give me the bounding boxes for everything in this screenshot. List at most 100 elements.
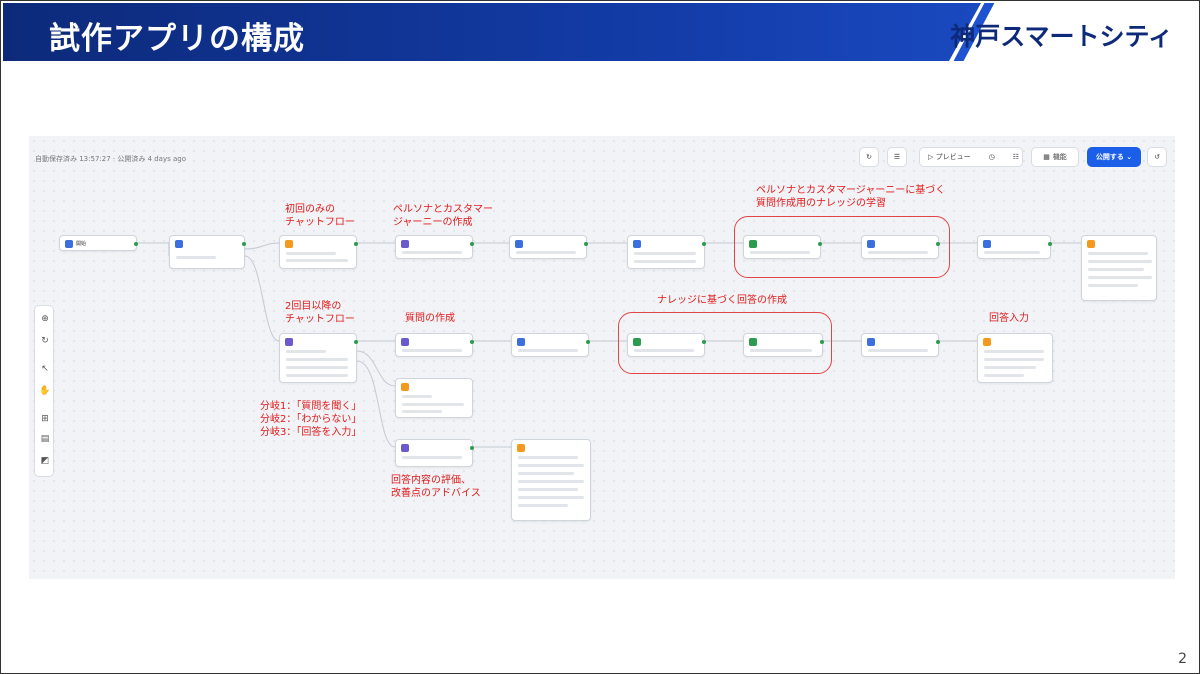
node-content — [518, 456, 578, 459]
node-icon — [285, 338, 293, 346]
annotation-answer-input: 回答入力 — [989, 313, 1029, 324]
answer-assign-node[interactable] — [861, 333, 940, 357]
node-icon — [633, 338, 641, 346]
knowledge-llm-node[interactable] — [861, 235, 940, 259]
node-port[interactable] — [936, 242, 940, 246]
node-port[interactable] — [354, 242, 358, 246]
node-icon — [867, 338, 875, 346]
node-icon — [285, 240, 293, 248]
node-icon — [1087, 240, 1095, 248]
node-icon — [633, 240, 641, 248]
node-icon — [749, 338, 757, 346]
node-content — [518, 496, 584, 499]
node-content — [402, 410, 442, 413]
variable-node[interactable] — [627, 235, 706, 269]
node-port[interactable] — [820, 340, 824, 344]
node-icon — [401, 444, 409, 452]
node-port[interactable] — [470, 340, 474, 344]
node-content — [402, 349, 462, 352]
annotation-evaluation: 回答内容の評価、 改善点のアドバイス — [391, 475, 481, 499]
start-node[interactable]: 開始 — [59, 235, 138, 251]
node-port[interactable] — [702, 340, 706, 344]
node-content — [750, 251, 810, 254]
knowledge-node[interactable] — [743, 235, 822, 259]
node-content — [984, 251, 1040, 254]
knowledge-retrieval-node[interactable] — [627, 333, 706, 357]
question-assign-node[interactable] — [511, 333, 590, 357]
answer-input-node[interactable] — [977, 333, 1053, 383]
node-content — [286, 358, 348, 361]
answer-generate-node[interactable] — [743, 333, 824, 357]
node-content — [984, 358, 1044, 361]
annotation-first-flow: 初回のみの チャットフロー — [285, 204, 355, 228]
node-content — [518, 480, 584, 483]
node-port[interactable] — [470, 446, 474, 450]
node-content — [1088, 284, 1138, 287]
node-port[interactable] — [134, 242, 138, 246]
node-content — [286, 366, 348, 369]
persona-node[interactable] — [395, 235, 474, 259]
node-icon — [401, 383, 409, 391]
node-content — [176, 256, 216, 259]
persona-save-node[interactable] — [509, 235, 588, 259]
node-content — [286, 259, 348, 262]
node-port[interactable] — [586, 340, 590, 344]
node-icon — [401, 338, 409, 346]
node-content — [1088, 276, 1152, 279]
node-content — [634, 252, 696, 255]
node-content — [518, 464, 584, 467]
node-content — [868, 251, 928, 254]
evaluation-node[interactable] — [395, 439, 474, 467]
node-content — [516, 251, 576, 254]
node-port[interactable] — [470, 242, 474, 246]
node-content — [518, 472, 574, 475]
node-content — [984, 366, 1036, 369]
node-label: 開始 — [76, 241, 87, 247]
node-content — [518, 504, 568, 507]
node-content — [402, 403, 464, 406]
node-content — [984, 350, 1044, 353]
node-content — [402, 395, 432, 398]
annotation-persona-create: ペルソナとカスタマー ジャーニーの作成 — [393, 204, 493, 228]
second-flow-classifier-node[interactable] — [279, 333, 358, 383]
node-port[interactable] — [1048, 242, 1052, 246]
node-content — [518, 488, 578, 491]
node-content — [1088, 260, 1152, 263]
page-number: 2 — [1178, 651, 1187, 667]
node-content — [634, 260, 696, 263]
first-flow-node[interactable] — [279, 235, 358, 269]
node-content — [286, 350, 326, 353]
node-port[interactable] — [936, 340, 940, 344]
node-content — [402, 251, 462, 254]
node-port[interactable] — [242, 242, 246, 246]
node-icon — [983, 240, 991, 248]
node-port[interactable] — [584, 242, 588, 246]
node-content — [984, 374, 1024, 377]
node-port[interactable] — [818, 242, 822, 246]
node-port[interactable] — [702, 242, 706, 246]
node-icon — [401, 240, 409, 248]
node-content — [1088, 268, 1144, 271]
slide: 試作アプリの構成 神戸スマートシティ 自動保存済み 13:57:27 · 公開済… — [0, 0, 1200, 674]
answer-node-1[interactable] — [1081, 235, 1157, 301]
node-icon — [749, 240, 757, 248]
annotation-second-flow: 2回目以降の チャットフロー — [285, 301, 355, 325]
assign-node[interactable] — [977, 235, 1052, 259]
node-content — [286, 252, 336, 255]
node-content — [750, 349, 812, 352]
node-icon — [517, 444, 525, 452]
node-icon — [517, 338, 525, 346]
node-icon — [65, 240, 73, 248]
node-content — [634, 349, 694, 352]
condition-node[interactable] — [169, 235, 246, 269]
annotation-branches: 分岐1：「質問を聞く」 分岐2：「わからない」 分岐3：「回答を入力」 — [260, 401, 362, 438]
evaluation-answer-node[interactable] — [511, 439, 591, 521]
node-port[interactable] — [354, 340, 358, 344]
node-icon — [983, 338, 991, 346]
question-create-node[interactable] — [395, 333, 474, 357]
annotation-knowledge-answer: ナレッジに基づく回答の作成 — [657, 295, 787, 306]
node-content — [402, 456, 462, 459]
node-content — [1088, 252, 1148, 255]
dont-know-answer-node[interactable] — [395, 378, 473, 418]
node-icon — [175, 240, 183, 248]
